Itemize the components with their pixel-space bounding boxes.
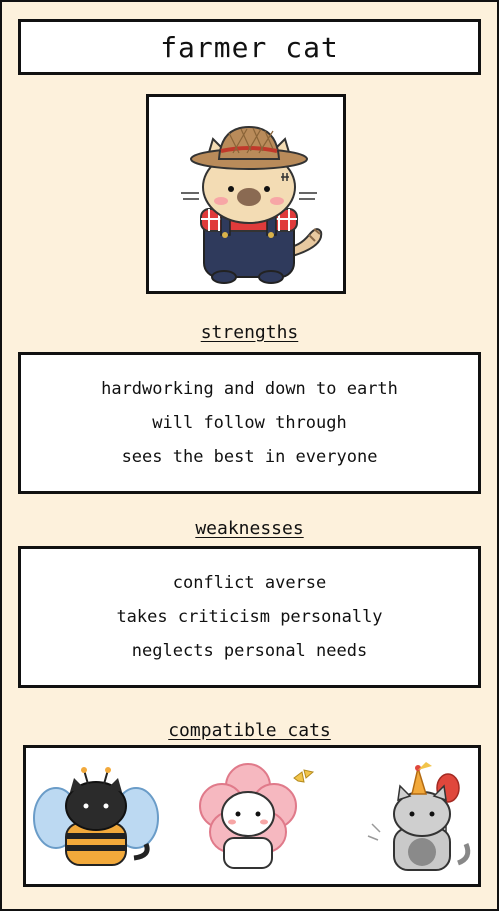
- party-cat-icon: [367, 762, 471, 871]
- strengths-box: hardworking and down to earth will follo…: [18, 352, 481, 494]
- page-title: farmer cat: [160, 30, 339, 64]
- farmer-cat-icon: [181, 125, 323, 284]
- weakness-item: neglects personal needs: [131, 641, 368, 661]
- weaknesses-box: conflict averse takes criticism personal…: [18, 546, 481, 688]
- title-box: farmer cat: [18, 19, 481, 75]
- portrait-frame: [146, 94, 346, 294]
- compatible-box: [23, 745, 481, 887]
- strength-item: sees the best in everyone: [121, 447, 378, 467]
- bee-cat-icon: [33, 767, 159, 866]
- strength-item: will follow through: [152, 413, 347, 433]
- weakness-item: takes criticism personally: [116, 607, 383, 627]
- flower-cat-icon: [199, 763, 315, 869]
- weakness-item: conflict averse: [172, 573, 327, 593]
- weaknesses-heading: weaknesses: [195, 518, 304, 539]
- strength-item: hardworking and down to earth: [101, 379, 398, 399]
- strengths-heading: strengths: [200, 322, 299, 343]
- compatible-heading: compatible cats: [168, 720, 331, 741]
